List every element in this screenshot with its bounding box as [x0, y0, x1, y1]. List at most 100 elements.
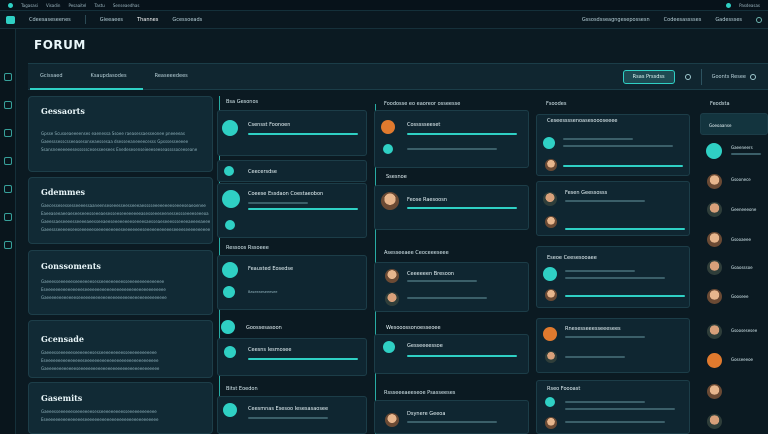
user-avatar: [545, 289, 557, 301]
progress-bar: [565, 228, 685, 230]
app-logo-icon[interactable]: [6, 15, 15, 24]
meta-line: [565, 408, 675, 410]
thread-card[interactable]: Dsynere Geeoa: [374, 400, 529, 434]
user-avatar: [545, 159, 557, 171]
rail-forum-icon[interactable]: [3, 101, 12, 109]
user-avatar: [545, 216, 557, 228]
user-avatar[interactable]: [707, 289, 722, 304]
rail-home-icon[interactable]: [3, 73, 12, 81]
member-name[interactable]: Gsooaeee: [731, 237, 751, 242]
thread-card[interactable]: Rseo Foooast: [536, 380, 690, 434]
rail-settings-icon[interactable]: [3, 241, 12, 249]
thread-title: Gesseeeessoe: [407, 343, 443, 349]
thread-card[interactable]: Gesseeeessoe: [374, 334, 529, 374]
topbar-item[interactable]: Tastu: [94, 3, 104, 8]
thread-card[interactable]: Csensst Foonoen: [217, 110, 367, 156]
thread-icon: [225, 220, 235, 230]
member-name[interactable]: Gooseee: [731, 294, 748, 299]
search-icon[interactable]: [684, 73, 691, 80]
thread-title: Eseoe Ceesesooaee: [547, 255, 597, 261]
nav-item-active[interactable]: Thannes: [137, 17, 158, 23]
notification-icon[interactable]: [726, 2, 732, 8]
meta-line: [565, 277, 665, 279]
topbar-item[interactable]: Visadin: [46, 3, 60, 8]
nav-item[interactable]: Gieeaees: [100, 17, 123, 23]
user-avatar[interactable]: [707, 232, 722, 247]
search-button[interactable]: Rsas Prssdss: [622, 69, 675, 84]
nav-right-item[interactable]: Codeesasssses: [664, 17, 702, 23]
topbar-right-label[interactable]: Pasdeasas: [739, 3, 760, 8]
thread-card[interactable]: Feose Raesoosn: [374, 185, 529, 230]
column-heading: Rssseeeaeeseoe Psasseeses: [384, 390, 456, 396]
thread-card[interactable]: Eseoe Ceesesooaee: [536, 246, 690, 308]
list-header[interactable]: Goeoaanse: [700, 113, 768, 135]
rail-messages-icon[interactable]: [3, 129, 12, 137]
meta-line: [563, 145, 673, 147]
member-name[interactable]: Gosseeeoe: [731, 357, 753, 362]
topbar-item[interactable]: Senseaedhas: [113, 3, 140, 8]
category-line: Eseeeeeeeeeeeeeeeseeeeeeeeeeeeeeeeeeeeee…: [41, 358, 159, 363]
user-avatar[interactable]: [707, 353, 722, 368]
category-line: Ssansneeeeeeesessssscesesseesees Enedese…: [41, 147, 198, 152]
topbar-item[interactable]: Tagasasi: [21, 3, 38, 8]
thread-card[interactable]: Ceeeeeen Bresoon: [374, 262, 529, 312]
user-avatar[interactable]: [706, 143, 722, 159]
thread-icon: [224, 166, 234, 176]
category-line: Eseeeeeeeeeeeeeeeseeeeeeeeeeeeeeeeeeeeee…: [41, 417, 159, 422]
category-panel[interactable]: Gessaorts Gpsse Scusoeaeeeenses eaenessa…: [28, 96, 213, 172]
page-title: FORUM: [34, 38, 86, 52]
category-panel[interactable]: Gdemmes Gaecessesessesseeeessaaneensesee…: [28, 177, 213, 244]
thread-icon: [545, 397, 555, 407]
nav-item[interactable]: Cdeesaseseenes: [29, 17, 71, 23]
nav-right-item[interactable]: Gadessses: [715, 17, 742, 23]
thread-card[interactable]: Rnesesseeesseeesees: [536, 318, 690, 373]
settings-icon[interactable]: [756, 16, 762, 23]
topbar-item[interactable]: Pesaaitel: [68, 3, 86, 8]
category-panel[interactable]: Gonssoments Gaeeesseeeeeeseeeeeeesesseee…: [28, 250, 213, 315]
member-name[interactable]: Geeneeeone: [731, 207, 756, 212]
rail-users-icon[interactable]: [3, 213, 12, 221]
user-avatar[interactable]: [707, 384, 722, 399]
user-avatar: [223, 286, 235, 298]
user-avatar[interactable]: [707, 174, 722, 189]
rail-chat-icon[interactable]: [3, 185, 12, 193]
divider: [700, 68, 702, 85]
thread-card[interactable]: Cossssseeset: [374, 110, 529, 168]
meta-line: [565, 200, 645, 202]
thread-card[interactable]: Coeese Essdaon Coestaeobon: [217, 183, 367, 238]
category-panel[interactable]: Gcensade Gaeeesseeeeeeseeeeeeesesseeeeee…: [28, 320, 213, 378]
progress-bar: [248, 208, 358, 210]
category-line: Gaeeesseeeeeeseeeeeeesesseeeeeeeeesseeee…: [41, 409, 157, 414]
thread-card[interactable]: Ceesmnas Esesoo Iesesasaosee: [217, 396, 367, 434]
meta-line: [565, 336, 645, 338]
rail-bookmark-icon[interactable]: [3, 157, 12, 165]
user-avatar[interactable]: [707, 414, 722, 429]
category-line: Gaeeeeeeeeeeeeseeeeeeeeeeeeeeeeeeeeeeeee…: [41, 366, 160, 371]
tab-active[interactable]: Gcissaed: [30, 63, 141, 90]
tab[interactable]: Ksaupdasodes: [91, 63, 127, 90]
thread-card[interactable]: Ceesns Iesmosee: [217, 338, 367, 376]
thread-title: Ceesmnas Esesoo Iesesasaosee: [248, 406, 329, 412]
thread-card[interactable]: Feausted Eosedse Baseeaeseeesee: [217, 255, 367, 310]
sort-label: Goonts Resee: [711, 73, 746, 80]
thread-title: Ceecersdse: [248, 169, 277, 175]
thread-card[interactable]: Ceecersdse: [217, 160, 367, 182]
category-panel[interactable]: Gasemits Gaeeesseeeeeeseeeeeeesesseeeeee…: [28, 382, 213, 434]
sort-button[interactable]: Goonts Resee: [711, 73, 756, 80]
thread-card[interactable]: Ceseessssenoasesoooseeee: [536, 114, 690, 176]
member-name[interactable]: Goaosssoe: [731, 265, 753, 270]
user-avatar[interactable]: [707, 202, 722, 217]
progress-bar: [248, 133, 358, 135]
member-name[interactable]: Gsoonece: [731, 177, 751, 182]
user-avatar[interactable]: [707, 324, 722, 339]
thread-card[interactable]: Fesen Geessosss: [536, 181, 690, 236]
meta-line: [407, 421, 497, 423]
member-name[interactable]: Gsoosesesee: [731, 328, 757, 333]
category-line: Eaeeaseeaeeaeseeseeesseeeaesesseeseeeeee…: [41, 211, 209, 216]
member-name[interactable]: Gaeeneers: [731, 145, 753, 150]
user-avatar: [385, 413, 399, 427]
tab[interactable]: Reaseeedees: [155, 63, 188, 90]
nav-right-item[interactable]: Gssosdsseagngesepossesn: [582, 17, 650, 23]
user-avatar[interactable]: [707, 260, 722, 275]
nav-item[interactable]: Gcessoeads: [172, 17, 202, 23]
